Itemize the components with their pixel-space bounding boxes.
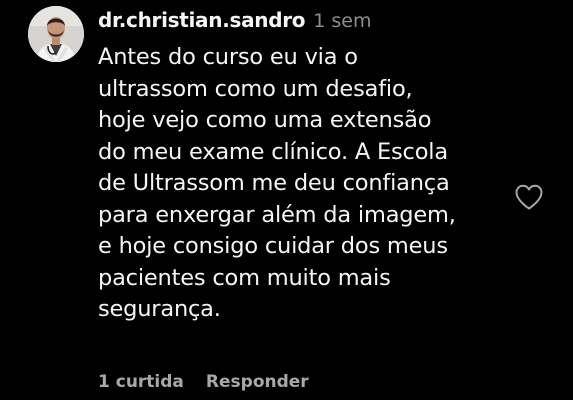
comment-text-line: para enxergar além da imagem,	[98, 201, 456, 228]
avatar[interactable]	[28, 6, 84, 62]
comment-text: Antes do curso eu via o ultrassom como u…	[98, 42, 503, 326]
comment-text-line: hoje vejo como uma extensão	[98, 107, 432, 133]
username[interactable]: dr.christian.sandro	[98, 8, 306, 32]
comment: dr.christian.sandro 1 sem Antes do curso…	[0, 0, 573, 400]
likes-count[interactable]: 1 curtida	[98, 372, 184, 392]
comment-text-line: pacientes com muito mais	[98, 264, 391, 291]
comment-header: dr.christian.sandro 1 sem	[98, 8, 371, 36]
comment-text-line: do meu exame clínico. A Escola	[98, 138, 448, 165]
timestamp[interactable]: 1 sem	[313, 10, 371, 32]
comment-actions: 1 curtida Responder	[98, 372, 309, 392]
comment-text-line: e hoje consigo cuidar dos meus	[98, 233, 448, 259]
comment-text-line: Antes do curso eu via o	[98, 44, 358, 70]
user-avatar-icon	[28, 6, 84, 62]
heart-outline-icon[interactable]	[514, 183, 544, 211]
comment-text-line: de Ultrassom me deu confiança	[98, 170, 450, 196]
comment-text-line: segurança.	[98, 296, 221, 322]
comment-text-line: ultrassom como um desafio,	[98, 75, 413, 102]
reply-button[interactable]: Responder	[206, 372, 309, 392]
